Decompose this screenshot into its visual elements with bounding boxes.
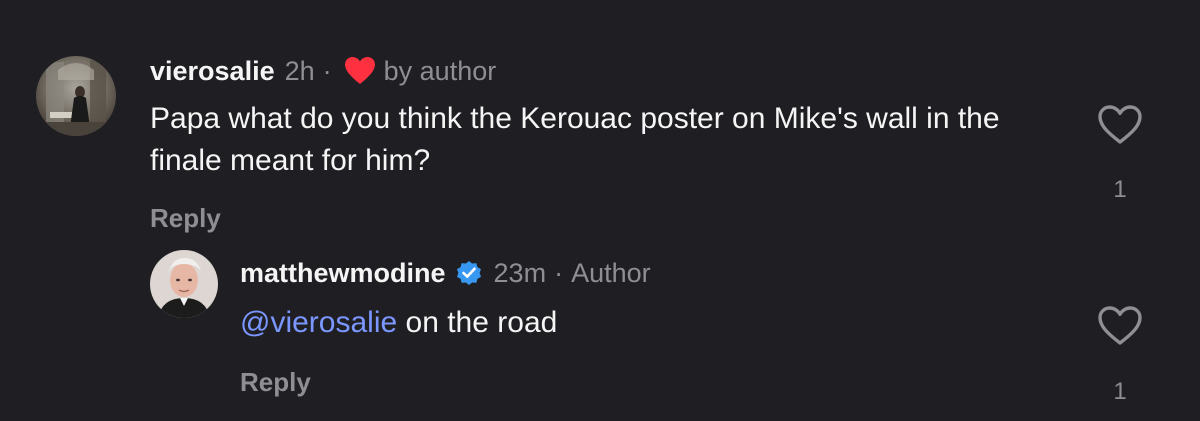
mention-link[interactable]: @vierosalie <box>240 306 397 339</box>
author-label: Author <box>571 258 651 288</box>
comment-username[interactable]: vierosalie <box>150 55 275 87</box>
reply-text-body: on the road <box>397 306 558 339</box>
reply-button[interactable]: Reply <box>150 202 221 234</box>
like-heart-icon[interactable] <box>1097 305 1143 347</box>
like-heart-icon[interactable] <box>1097 104 1143 146</box>
reply-username[interactable]: matthewmodine <box>240 257 446 289</box>
reply-text: @vierosalie on the road <box>240 302 1040 344</box>
verified-badge-icon <box>454 258 484 288</box>
commenter-avatar[interactable] <box>36 56 116 136</box>
reply-button[interactable]: Reply <box>240 366 311 398</box>
like-count: 1 <box>1113 176 1127 203</box>
reply-header: matthewmodine 23m · Author <box>240 257 651 289</box>
meta-separator: · <box>322 56 332 86</box>
reply-timestamp: 23m <box>493 258 547 288</box>
liked-by-author-label: by author <box>383 56 497 86</box>
replier-avatar[interactable] <box>150 250 218 318</box>
like-count: 1 <box>1113 378 1127 405</box>
meta-separator: · <box>554 258 564 288</box>
comment-text: Papa what do you think the Kerouac poste… <box>150 102 1000 177</box>
comment-timestamp: 2h <box>284 56 315 86</box>
comment-header: vierosalie 2h · by author <box>150 55 496 87</box>
liked-by-author-heart-icon <box>344 56 376 86</box>
